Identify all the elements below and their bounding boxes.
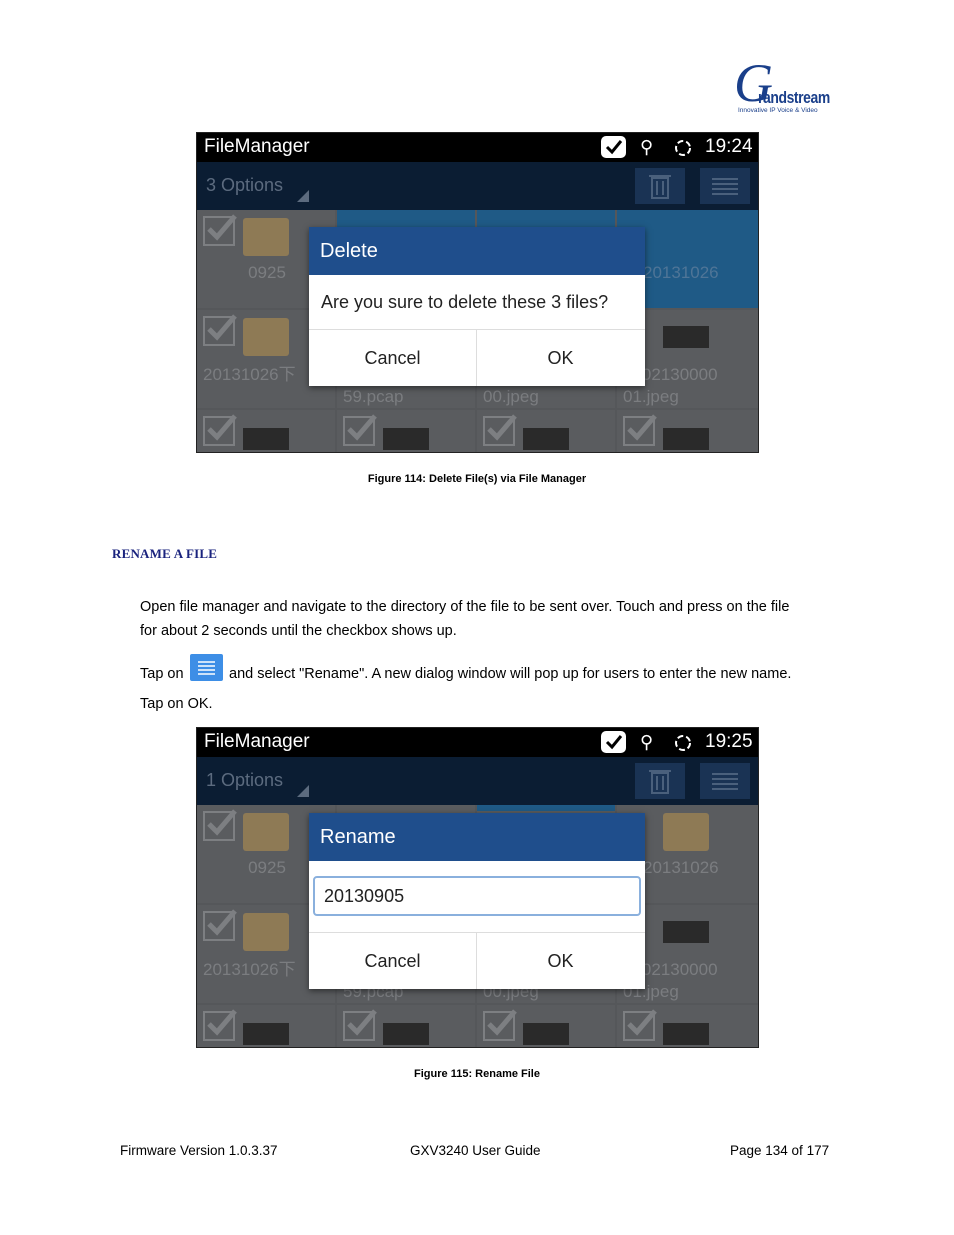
logo-word: randstream: [758, 88, 830, 107]
trash-button[interactable]: [635, 168, 685, 204]
folder-icon: [243, 913, 289, 951]
rename-dialog: Rename 20130905 Cancel OK: [309, 813, 645, 989]
options-dropdown[interactable]: 1 Options: [206, 770, 283, 791]
usb-icon: ⚲: [640, 137, 654, 157]
paragraph-line: Open file manager and navigate to the di…: [140, 599, 790, 615]
sync-icon: [673, 139, 693, 162]
folder-icon: [243, 813, 289, 851]
file-item[interactable]: [617, 1005, 758, 1047]
figure-115-screenshot: FileManager ⚲ 19:25 1 Options 0925 20131: [196, 727, 759, 1048]
cancel-button[interactable]: Cancel: [309, 933, 477, 989]
checkbox-checked-icon[interactable]: [203, 314, 237, 346]
file-name: 59.pcap: [343, 387, 404, 406]
image-thumbnail: [523, 1023, 569, 1045]
checkbox-checked-icon[interactable]: [343, 1009, 377, 1041]
menu-icon: [712, 178, 738, 195]
dropdown-triangle-icon: [297, 785, 309, 797]
status-app-title: FileManager: [204, 136, 310, 157]
menu-button[interactable]: [700, 763, 750, 799]
dialog-message: Are you sure to delete these 3 files?: [309, 275, 645, 330]
grandstream-logo: G randstream Innovative IP Voice & Video: [734, 56, 838, 118]
checkbox-checked-icon[interactable]: [623, 414, 657, 446]
image-thumbnail: [663, 326, 709, 348]
file-item[interactable]: [617, 410, 758, 452]
menu-icon: [712, 773, 738, 790]
paragraph-line: Tap on OK.: [140, 696, 213, 712]
file-name: 0925: [248, 263, 286, 282]
image-thumbnail: [663, 428, 709, 450]
file-item[interactable]: [477, 1005, 615, 1047]
sync-icon: [673, 734, 693, 757]
checkbox-checked-icon[interactable]: [483, 414, 517, 446]
checkbox-checked-icon[interactable]: [203, 414, 237, 446]
dialog-buttons: Cancel OK: [309, 933, 645, 989]
trash-icon: [649, 175, 671, 199]
figure-114-screenshot: FileManager ⚲ 19:24 3 Options 0925 20131…: [196, 132, 759, 453]
ok-button[interactable]: OK: [477, 933, 644, 989]
trash-icon: [649, 770, 671, 794]
checkbox-checked-icon[interactable]: [203, 809, 237, 841]
checkbox-checked-icon[interactable]: [203, 1009, 237, 1041]
footer-page-number: Page 134 of 177: [730, 1143, 830, 1158]
status-time: 19:24: [705, 136, 753, 157]
file-item[interactable]: [337, 410, 475, 452]
checkbox-checked-icon[interactable]: [343, 414, 377, 446]
dialog-title: Delete: [309, 227, 645, 275]
status-time: 19:25: [705, 731, 753, 752]
paragraph-line: for about 2 seconds until the checkbox s…: [140, 623, 457, 639]
footer-guide-title: GXV3240 User Guide: [410, 1143, 541, 1158]
dialog-buttons: Cancel OK: [309, 330, 645, 386]
checkbox-checked-icon[interactable]: [203, 214, 237, 246]
file-name: 0925: [248, 858, 286, 877]
file-item[interactable]: [477, 410, 615, 452]
checkbox-checked-icon[interactable]: [203, 909, 237, 941]
action-bar: 1 Options: [197, 757, 758, 805]
trash-button[interactable]: [635, 763, 685, 799]
delete-dialog: Delete Are you sure to delete these 3 fi…: [309, 227, 645, 386]
dialog-title: Rename: [309, 813, 645, 861]
image-thumbnail: [243, 428, 289, 450]
action-bar: 3 Options: [197, 162, 758, 210]
rename-input[interactable]: 20130905: [313, 876, 641, 916]
image-thumbnail: [663, 921, 709, 943]
logo-tagline: Innovative IP Voice & Video: [738, 107, 818, 114]
file-item[interactable]: [197, 1005, 335, 1047]
options-dropdown[interactable]: 3 Options: [206, 175, 283, 196]
dialog-input-row: 20130905: [309, 861, 645, 933]
status-bar: FileManager ⚲ 19:25: [197, 728, 758, 757]
file-item[interactable]: [197, 410, 335, 452]
checkmark-notification-icon: [601, 136, 626, 158]
image-thumbnail: [243, 1023, 289, 1045]
menu-button[interactable]: [700, 168, 750, 204]
folder-icon: [243, 218, 289, 256]
image-thumbnail: [383, 428, 429, 450]
image-thumbnail: [523, 428, 569, 450]
menu-icon: [190, 654, 223, 681]
file-name: 20131026: [643, 263, 719, 282]
cancel-button[interactable]: Cancel: [309, 330, 477, 386]
image-thumbnail: [383, 1023, 429, 1045]
checkbox-checked-icon[interactable]: [483, 1009, 517, 1041]
section-heading: RENAME A FILE: [112, 546, 218, 561]
file-item[interactable]: [337, 1005, 475, 1047]
file-name: 01.jpeg: [623, 387, 679, 406]
dropdown-triangle-icon: [297, 190, 309, 202]
checkmark-notification-icon: [601, 731, 626, 753]
ok-button[interactable]: OK: [477, 330, 644, 386]
file-name: 00.jpeg: [483, 387, 539, 406]
image-thumbnail: [663, 1023, 709, 1045]
figure-114-caption: Figure 114: Delete File(s) via File Mana…: [367, 473, 587, 485]
file-name: 20131026: [643, 858, 719, 877]
status-bar: FileManager ⚲ 19:24: [197, 133, 758, 162]
folder-icon: [243, 318, 289, 356]
footer-firmware: Firmware Version 1.0.3.37: [120, 1143, 278, 1158]
paragraph-suffix: and select "Rename". A new dialog window…: [229, 666, 792, 682]
checkbox-checked-icon[interactable]: [623, 1009, 657, 1041]
figure-115-caption: Figure 115: Rename File: [414, 1068, 540, 1080]
status-app-title: FileManager: [204, 731, 310, 752]
usb-icon: ⚲: [640, 732, 654, 752]
folder-icon: [663, 813, 709, 851]
